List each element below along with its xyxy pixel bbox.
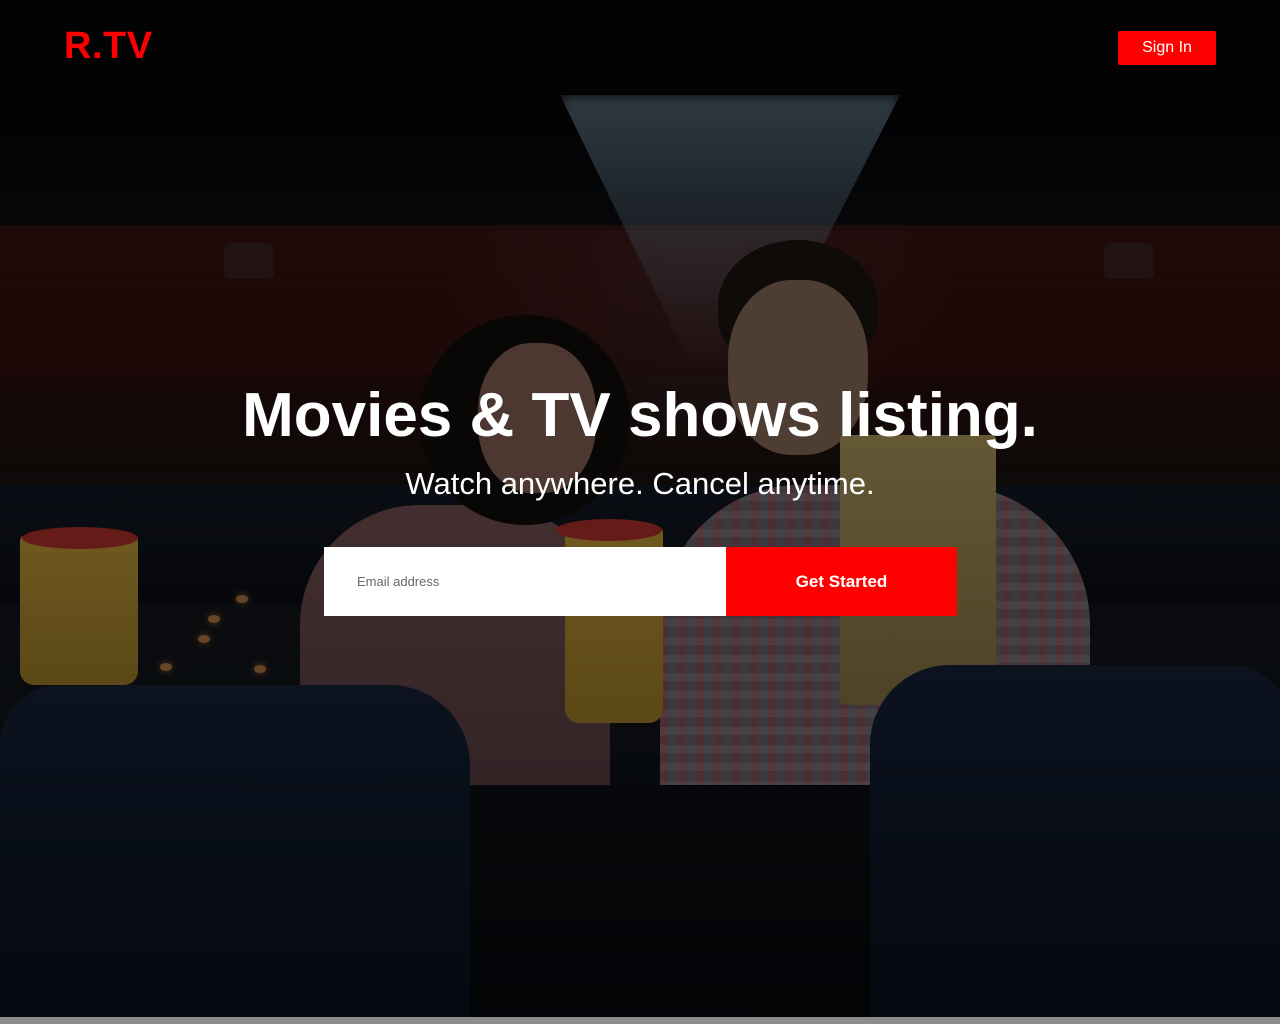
hero-subtitle: Watch anywhere. Cancel anytime. [405, 466, 875, 501]
sign-in-button[interactable]: Sign In [1118, 31, 1216, 65]
brand-logo[interactable]: R.TV [64, 26, 153, 66]
get-started-button[interactable]: Get Started [726, 547, 957, 616]
horizontal-scrollbar[interactable] [0, 1017, 1280, 1024]
hero-title: Movies & TV shows listing. [242, 381, 1038, 450]
top-navbar: R.TV Sign In [0, 0, 1280, 95]
email-input[interactable] [324, 547, 726, 616]
